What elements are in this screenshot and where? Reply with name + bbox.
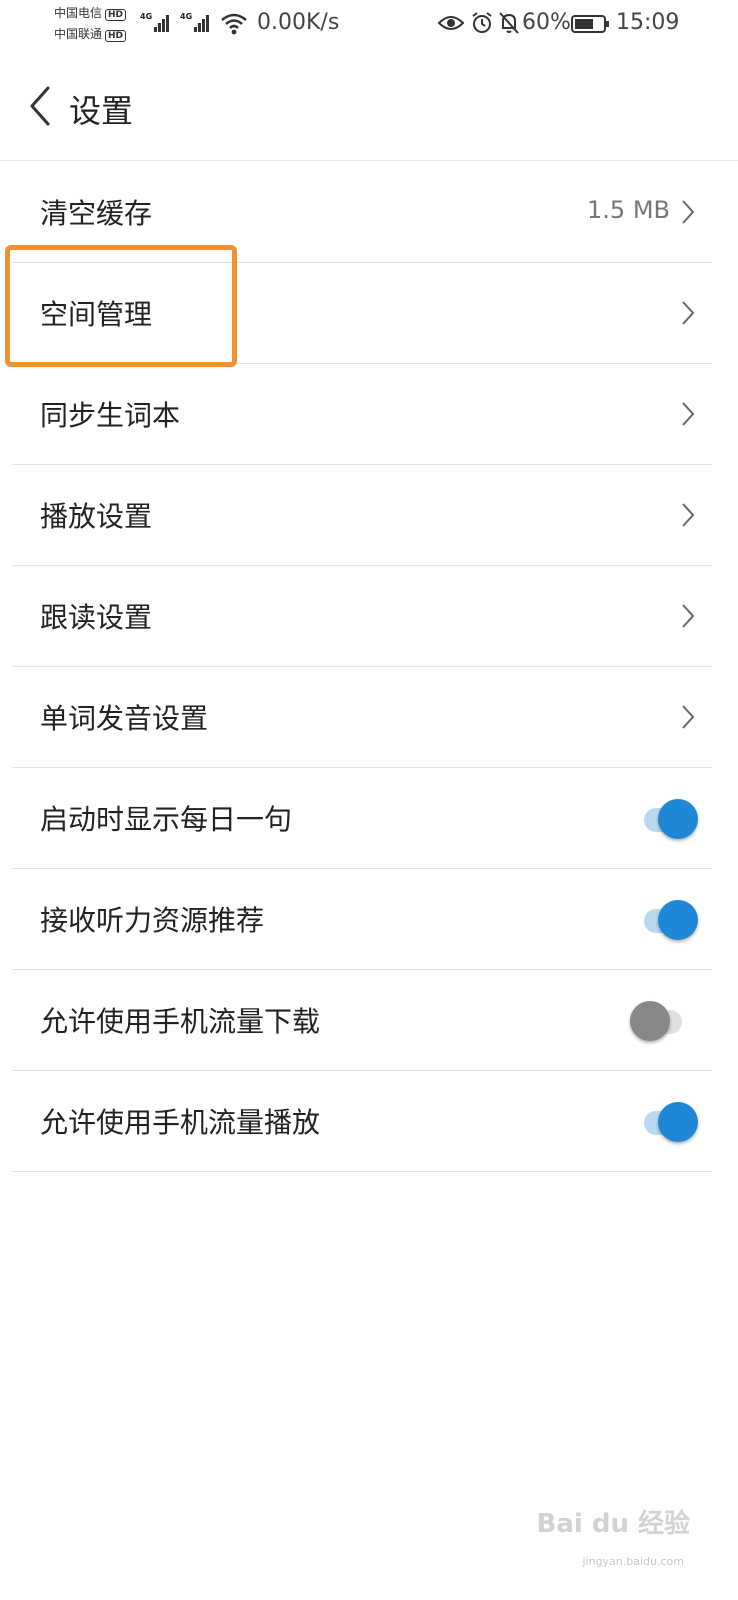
mobile-download-toggle[interactable] — [630, 1000, 700, 1042]
eye-icon — [438, 16, 464, 30]
toggle-knob — [658, 900, 698, 940]
bell-off-icon — [499, 12, 519, 34]
watermark-logo: Bai du 经验 — [536, 1509, 691, 1539]
sync-vocab-label: 同步生词本 — [40, 399, 181, 432]
clear-cache-label: 清空缓存 — [40, 197, 153, 230]
carrier-2-name: 中国联通 — [54, 27, 103, 41]
page-title: 设置 — [69, 92, 134, 130]
chevron-right-icon — [682, 705, 695, 729]
alarm-icon — [472, 12, 492, 33]
chevron-right-icon — [682, 604, 695, 628]
toggle-knob — [630, 1001, 670, 1041]
playback-settings-label: 播放设置 — [40, 500, 153, 533]
net-speed: 0.00K/s — [257, 10, 340, 35]
header: 设置 — [0, 60, 738, 161]
battery-percent: 60% — [522, 10, 571, 35]
clock: 15:09 — [616, 10, 680, 35]
chevron-right-icon — [682, 402, 695, 426]
network-type-label: 4G — [180, 12, 193, 21]
chevron-left-icon[interactable] — [24, 82, 60, 130]
mobile-download-row: 允许使用手机流量下载 — [12, 970, 712, 1071]
toggle-knob — [658, 1102, 698, 1142]
chevron-right-icon — [682, 301, 695, 325]
carrier-1-name: 中国电信 — [54, 6, 103, 20]
hd-badge: HD — [105, 30, 127, 42]
mobile-playback-label: 允许使用手机流量播放 — [40, 1106, 321, 1139]
hd-badge: HD — [105, 9, 127, 21]
watermark-url: jingyan.baidu.com — [582, 1555, 684, 1568]
status-bar: 中国电信 HD 中国联通 HD 4G 4G 0.00K/s 60% 15:09 — [0, 0, 738, 50]
daily-sentence-row: 启动时显示每日一句 — [12, 768, 712, 869]
signal-icon: 4G — [180, 12, 210, 32]
mobile-download-label: 允许使用手机流量下载 — [40, 1005, 321, 1038]
daily-sentence-toggle[interactable] — [634, 798, 700, 840]
battery-icon — [571, 15, 609, 33]
word-pronunciation-row[interactable]: 单词发音设置 — [12, 667, 712, 768]
carrier-1: 中国电信 HD — [54, 6, 127, 21]
listening-recommend-toggle[interactable] — [634, 899, 700, 941]
daily-sentence-label: 启动时显示每日一句 — [40, 803, 293, 836]
mobile-playback-toggle[interactable] — [634, 1101, 700, 1143]
toggle-knob — [658, 799, 698, 839]
follow-read-settings-row[interactable]: 跟读设置 — [12, 566, 712, 667]
signal-icon: 4G — [140, 12, 170, 32]
sync-vocab-row[interactable]: 同步生词本 — [12, 364, 712, 465]
listening-recommend-row: 接收听力资源推荐 — [12, 869, 712, 970]
follow-read-settings-label: 跟读设置 — [40, 601, 153, 634]
chevron-right-icon — [682, 503, 695, 527]
word-pronunciation-label: 单词发音设置 — [40, 702, 209, 735]
mobile-playback-row: 允许使用手机流量播放 — [12, 1071, 712, 1172]
network-type-label: 4G — [140, 12, 153, 21]
wifi-icon — [221, 13, 247, 35]
highlight-annotation — [5, 245, 237, 367]
chevron-right-icon — [682, 200, 695, 224]
cache-size-value: 1.5 MB — [587, 196, 670, 224]
listening-recommend-label: 接收听力资源推荐 — [40, 904, 265, 937]
playback-settings-row[interactable]: 播放设置 — [12, 465, 712, 566]
carrier-2: 中国联通 HD — [54, 27, 127, 42]
